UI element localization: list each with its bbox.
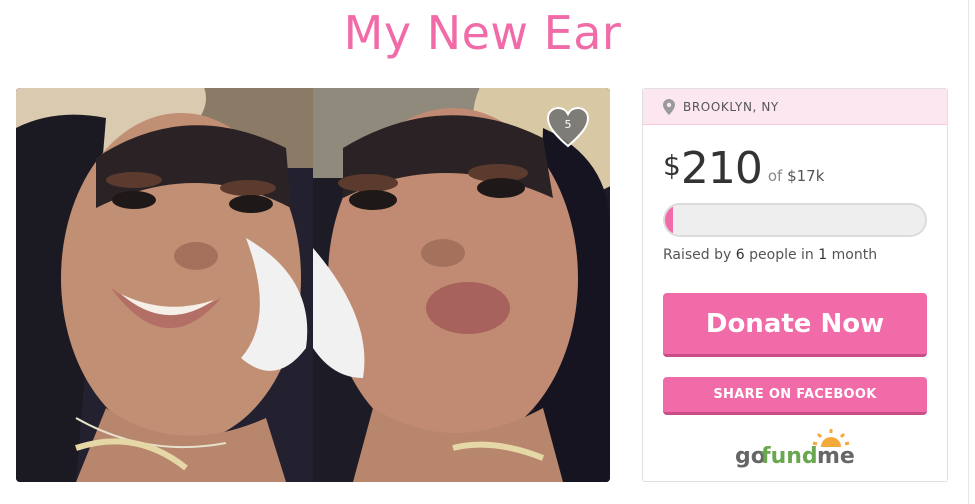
- raised-by-middle: people in: [749, 247, 814, 263]
- raised-by-prefix: Raised by: [663, 247, 732, 263]
- raised-by-text: Raised by 6 people in 1 month: [663, 247, 877, 263]
- donor-count: 6: [735, 247, 745, 263]
- duration-unit: month: [831, 247, 878, 263]
- gofundme-logo[interactable]: go fund me: [733, 429, 863, 469]
- progress-fill: [665, 205, 673, 235]
- location-pin-icon: [663, 98, 675, 115]
- goal-text: of $17k: [768, 167, 825, 185]
- progress-bar: [663, 203, 927, 237]
- logo-text-fund: fund: [761, 444, 818, 469]
- raised-amount: 210: [680, 143, 763, 194]
- of-label: of: [767, 167, 783, 185]
- location-bar: BROOKLYN, NY: [643, 89, 947, 125]
- page-title: My New Ear: [343, 6, 622, 60]
- amount-raised: $ 210 of $17k: [663, 145, 824, 193]
- currency-symbol: $: [663, 149, 681, 182]
- photo-left-panel: [16, 88, 313, 482]
- campaign-card: BROOKLYN, NY $ 210 of $17k Raised by 6 p…: [642, 88, 948, 482]
- duration-value: 1: [818, 247, 828, 263]
- goal-amount: $17k: [787, 167, 825, 185]
- donate-now-button[interactable]: Donate Now: [663, 293, 927, 357]
- logo-text-me: me: [817, 444, 855, 469]
- like-count: 5: [564, 118, 572, 131]
- campaign-photo[interactable]: [16, 88, 610, 482]
- share-on-facebook-button[interactable]: SHARE ON FACEBOOK: [663, 377, 927, 415]
- location-text: BROOKLYN, NY: [683, 99, 779, 114]
- page-divider: [968, 0, 969, 504]
